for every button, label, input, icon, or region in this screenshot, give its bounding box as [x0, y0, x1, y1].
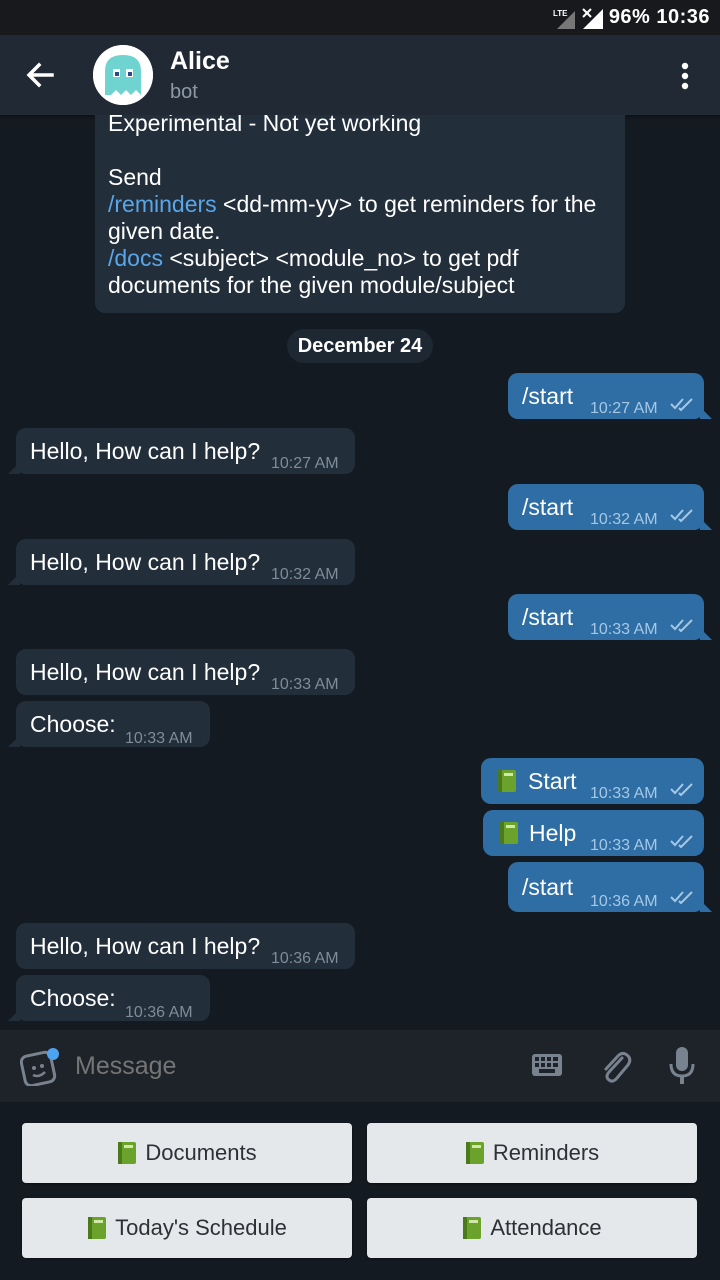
double-check-icon	[670, 891, 693, 904]
message-text: /start	[522, 383, 574, 409]
message-time: 10:36 AM	[590, 893, 658, 910]
message-text: /start	[522, 874, 574, 900]
attach-paperclip-icon[interactable]	[598, 1048, 632, 1084]
green-book-icon	[500, 822, 518, 844]
incoming-message[interactable]: Choose: 10:33 AM	[8, 701, 210, 747]
back-arrow-icon[interactable]	[24, 59, 56, 91]
microphone-icon[interactable]	[668, 1047, 696, 1085]
incoming-message[interactable]: Choose: 10:36 AM	[8, 975, 210, 1021]
sticker-icon[interactable]	[20, 1048, 60, 1086]
message-time: 10:32 AM	[590, 511, 658, 528]
todays-schedule-button[interactable]: Today's Schedule	[22, 1198, 352, 1258]
message-text: Hello, How can I help?	[30, 659, 261, 685]
incoming-message[interactable]: Hello, How can I help? 10:32 AM	[8, 539, 355, 585]
double-check-icon	[670, 835, 693, 848]
reminders-command-link[interactable]: /reminders	[108, 191, 217, 217]
status-bar: LTE 96% 10:36	[0, 0, 720, 35]
message-text: Experimental - Not yet working Send /rem…	[108, 115, 597, 298]
svg-text:LTE: LTE	[553, 9, 568, 18]
message-text: /start	[522, 604, 574, 630]
message-text: Choose:	[30, 711, 116, 737]
message-time: 10:36 AM	[271, 950, 339, 967]
ghost-avatar-icon	[93, 45, 153, 105]
lte-signal-icon: LTE	[553, 9, 575, 29]
outgoing-message[interactable]: /start 10:33 AM	[508, 594, 712, 640]
green-book-icon	[498, 770, 516, 792]
message-time: 10:27 AM	[271, 455, 339, 472]
button-label: Reminders	[492, 1140, 600, 1165]
attendance-button[interactable]: Attendance	[367, 1198, 697, 1258]
avatar[interactable]	[93, 45, 153, 105]
message-text: /start	[522, 494, 574, 520]
message-list[interactable]: Experimental - Not yet working Send /rem…	[0, 115, 720, 1030]
bot-reply-keyboard: Documents Reminders Today's Schedule Att…	[0, 1102, 720, 1280]
outgoing-message[interactable]: /start 10:36 AM	[508, 862, 712, 912]
green-book-icon	[88, 1217, 107, 1239]
chat-header: Alice bot	[0, 35, 720, 115]
outgoing-message[interactable]: Start 10:33 AM	[481, 758, 704, 804]
green-book-icon	[463, 1217, 482, 1239]
message-time: 10:36 AM	[125, 1004, 193, 1021]
green-book-icon	[118, 1142, 137, 1164]
cell-signal-icon	[582, 7, 603, 29]
outgoing-message[interactable]: Help 10:33 AM	[483, 810, 704, 856]
chat-title[interactable]: Alice	[170, 47, 230, 76]
double-check-icon	[670, 509, 693, 522]
outgoing-message[interactable]: /start 10:32 AM	[508, 484, 712, 530]
message-text: Choose:	[30, 985, 116, 1011]
button-label: Documents	[145, 1140, 257, 1165]
double-check-icon	[670, 783, 693, 796]
reminders-button[interactable]: Reminders	[367, 1123, 697, 1183]
message-time: 10:32 AM	[271, 566, 339, 583]
message-input[interactable]	[75, 1052, 505, 1081]
message-time: 10:27 AM	[590, 400, 658, 417]
keyboard-icon[interactable]	[532, 1054, 562, 1076]
message-text: Hello, How can I help?	[30, 438, 261, 464]
documents-button[interactable]: Documents	[22, 1123, 352, 1183]
date-separator: December 24	[287, 329, 433, 363]
clock: 10:36	[656, 6, 710, 28]
more-vertical-icon[interactable]	[670, 59, 700, 93]
incoming-message[interactable]: Hello, How can I help? 10:27 AM	[8, 428, 355, 474]
message-time: 10:33 AM	[590, 837, 658, 854]
message-time: 10:33 AM	[590, 621, 658, 638]
green-book-icon	[465, 1142, 484, 1164]
button-label: Today's Schedule	[115, 1215, 287, 1240]
message-text: Help	[529, 820, 577, 846]
double-check-icon	[670, 398, 693, 411]
message-text: Start	[528, 768, 577, 794]
message-time: 10:33 AM	[590, 785, 658, 802]
incoming-message[interactable]: Hello, How can I help? 10:36 AM	[16, 923, 355, 969]
composer-bar	[0, 1030, 720, 1102]
chat-subtitle: bot	[170, 81, 198, 103]
message-text: Hello, How can I help?	[30, 549, 261, 575]
battery-percent: 96%	[608, 6, 651, 28]
double-check-icon	[670, 619, 693, 632]
incoming-message[interactable]: Hello, How can I help? 10:33 AM	[16, 649, 355, 695]
message-time: 10:33 AM	[125, 730, 193, 747]
button-label: Attendance	[490, 1215, 602, 1240]
message-text: Hello, How can I help?	[30, 933, 261, 959]
docs-command-link[interactable]: /docs	[108, 245, 163, 271]
message-time: 10:33 AM	[271, 676, 339, 693]
outgoing-message[interactable]: /start 10:27 AM	[508, 373, 712, 419]
bot-help-message: Experimental - Not yet working Send /rem…	[95, 115, 625, 313]
